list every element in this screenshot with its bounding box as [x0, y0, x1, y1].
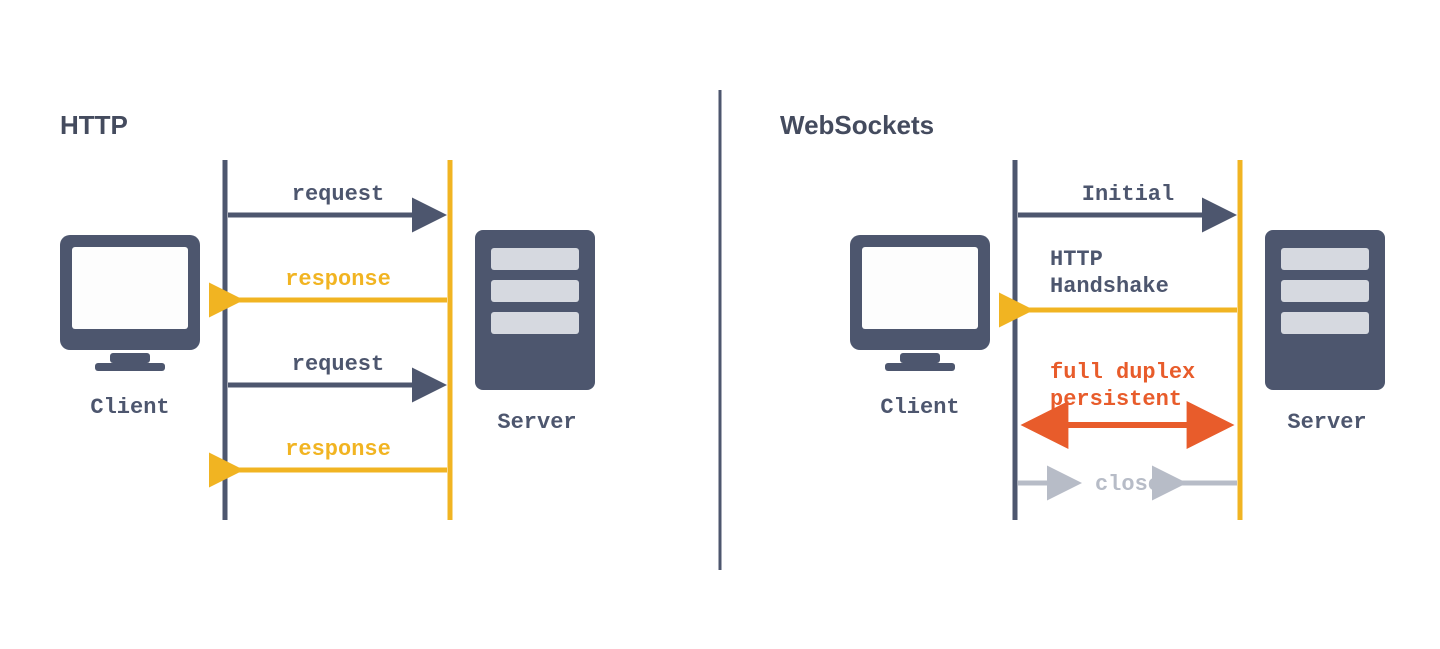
http-server-caption: Server	[462, 410, 612, 435]
ws-server-caption: Server	[1252, 410, 1402, 435]
ws-handshake-label-1: HTTP	[1050, 247, 1103, 272]
ws-client-monitor-icon	[850, 235, 990, 371]
ws-server-tower-icon	[1265, 230, 1385, 390]
diagram-canvas: request response request response Initia…	[0, 0, 1440, 649]
http-request-label-2: request	[292, 352, 384, 377]
http-response-label-2: response	[285, 437, 391, 462]
ws-close-label: close	[1095, 472, 1161, 497]
ws-duplex-label-2: persistent	[1050, 387, 1182, 412]
http-response-label-1: response	[285, 267, 391, 292]
client-monitor-icon	[60, 235, 200, 371]
server-tower-icon	[475, 230, 595, 390]
ws-duplex-label-1: full duplex	[1050, 360, 1195, 385]
ws-handshake-label-2: Handshake	[1050, 274, 1169, 299]
ws-client-caption: Client	[845, 395, 995, 420]
ws-initial-label: Initial	[1082, 182, 1174, 207]
http-client-caption: Client	[55, 395, 205, 420]
http-request-label-1: request	[292, 182, 384, 207]
